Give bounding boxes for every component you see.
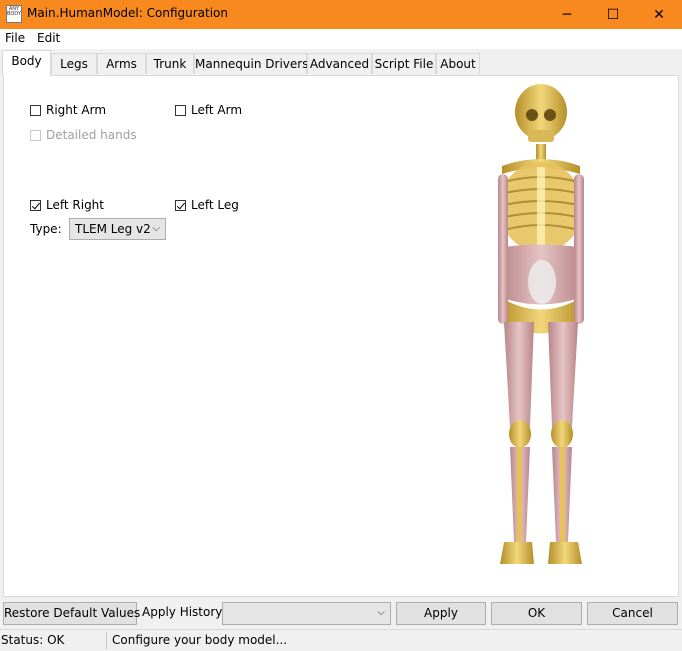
type-label: Type: (30, 222, 62, 236)
apply-history-select[interactable]: ⌵ (222, 602, 391, 625)
tab-body[interactable]: Body (2, 50, 51, 76)
left-arm-checkbox[interactable]: Left Arm (175, 103, 242, 117)
left-arm-label: Left Arm (191, 103, 243, 117)
cancel-button[interactable]: Cancel (587, 602, 678, 625)
detailed-hands-box (30, 129, 41, 141)
tab-legs[interactable]: Legs (51, 53, 97, 74)
menu-file[interactable]: File (5, 31, 25, 45)
right-arm-box[interactable] (30, 104, 41, 116)
left-right-box[interactable] (30, 199, 41, 211)
title-bar[interactable]: ANY BODY Main.HumanModel: Configuration … (0, 0, 682, 29)
detailed-hands-checkbox: Detailed hands (30, 128, 137, 142)
menu-bar: File Edit (0, 29, 682, 49)
detailed-hands-label: Detailed hands (46, 128, 137, 142)
tab-about[interactable]: About (436, 53, 480, 74)
app-icon: ANY BODY (6, 5, 22, 23)
left-right-checkbox[interactable]: Left Right (30, 198, 104, 212)
tab-trunk[interactable]: Trunk (146, 53, 194, 74)
tab-strip: Body Legs Arms Trunk Mannequin Drivers A… (0, 49, 682, 76)
window-title: Main.HumanModel: Configuration (27, 6, 229, 20)
left-leg-label: Left Leg (191, 198, 239, 212)
chevron-down-icon: ⌵ (152, 223, 160, 234)
restore-defaults-button[interactable]: Restore Default Values (3, 602, 140, 625)
ok-button[interactable]: OK (491, 602, 582, 625)
tab-script-file[interactable]: Script File (372, 53, 436, 74)
skeleton-model-image (498, 84, 584, 564)
maximize-icon[interactable]: ☐ (590, 0, 636, 29)
tab-advanced[interactable]: Advanced (307, 53, 372, 74)
left-arm-box[interactable] (175, 104, 186, 116)
left-leg-box[interactable] (175, 199, 186, 211)
status-text: Status: OK (1, 633, 65, 647)
minimize-icon[interactable]: ─ (544, 0, 590, 29)
menu-edit[interactable]: Edit (37, 31, 60, 45)
apply-history-label: Apply History: (142, 605, 226, 619)
close-icon[interactable]: ✕ (636, 0, 682, 29)
chevron-down-icon: ⌵ (377, 607, 385, 618)
leg-type-value: TLEM Leg v2 (75, 222, 151, 236)
leg-type-select[interactable]: TLEM Leg v2 ⌵ (69, 218, 166, 240)
right-arm-label: Right Arm (46, 103, 107, 117)
left-leg-checkbox[interactable]: Left Leg (175, 198, 239, 212)
status-message: Configure your body model... (112, 633, 288, 647)
tab-mannequin-drivers[interactable]: Mannequin Drivers (194, 53, 308, 74)
right-arm-checkbox[interactable]: Right Arm (30, 103, 106, 117)
tab-arms[interactable]: Arms (97, 53, 146, 74)
status-bar: Status: OK Configure your body model... (0, 629, 682, 651)
body-tab-panel: Right Arm Left Arm Detailed hands Left R… (3, 75, 679, 597)
left-right-label: Left Right (46, 198, 104, 212)
apply-button[interactable]: Apply (396, 602, 486, 625)
status-divider (106, 632, 107, 649)
